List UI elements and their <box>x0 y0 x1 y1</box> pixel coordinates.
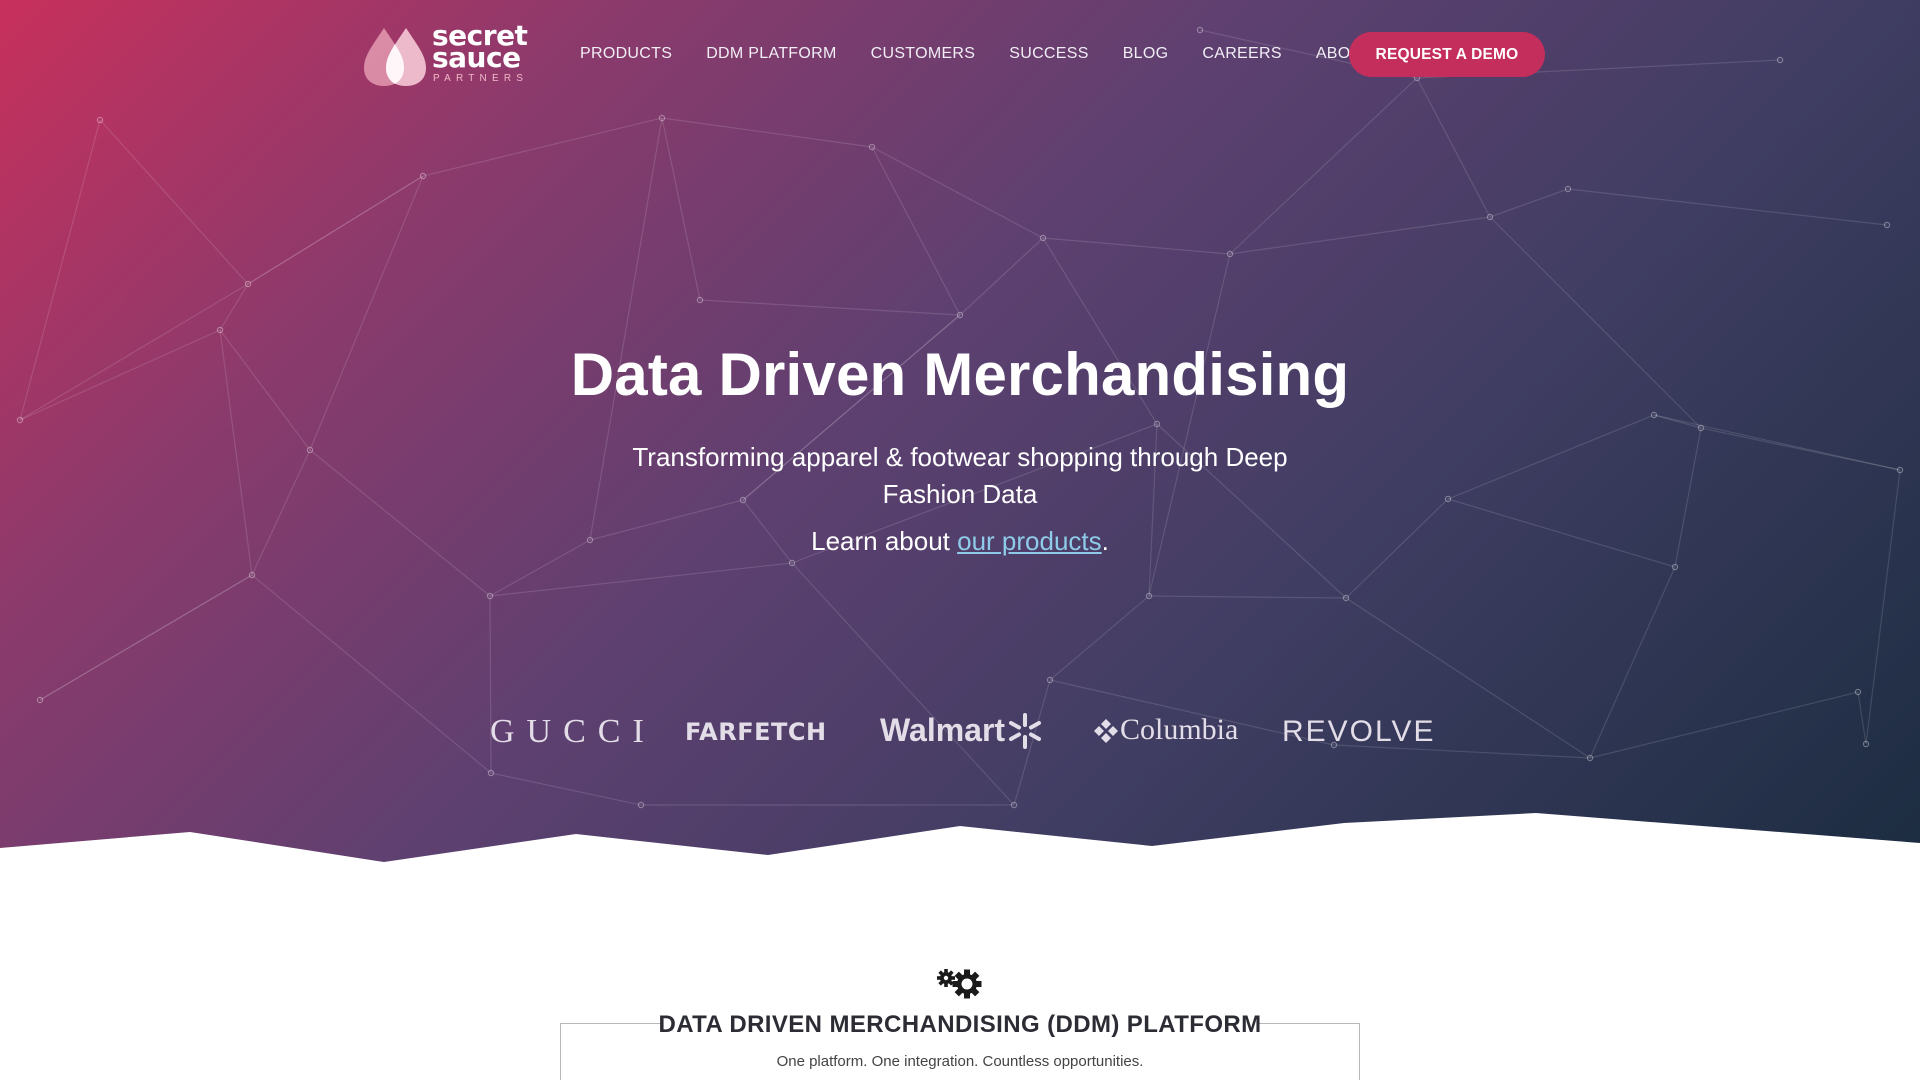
nav-ddm-platform[interactable]: DDM PLATFORM <box>706 44 836 64</box>
nav-blog[interactable]: BLOG <box>1123 44 1169 64</box>
logo-text-partners: PARTNERS <box>433 73 529 84</box>
nav-careers[interactable]: CAREERS <box>1202 44 1281 64</box>
gears-icon <box>937 969 982 999</box>
hero-subtitle: Transforming apparel & footwear shopping… <box>632 442 1288 509</box>
platform-title: DATA DRIVEN MERCHANDISING (DDM) PLATFORM <box>658 1011 1262 1038</box>
nav-products[interactable]: PRODUCTS <box>580 44 672 64</box>
secret-sauce-logo[interactable]: secret sauce PARTNERS <box>362 22 528 86</box>
platform-subtitle: One platform. One integration. Countless… <box>776 1053 1144 1070</box>
columbia-logo: Columbia <box>1120 713 1239 746</box>
revolve-logo: REVOLVE <box>1282 715 1436 748</box>
nav-success[interactable]: SUCCESS <box>1009 44 1088 64</box>
hero-title: Data Driven Merchandising <box>570 341 1350 408</box>
learn-suffix: . <box>1101 526 1109 556</box>
farfetch-logo: FARFETCH <box>685 718 827 746</box>
learn-prefix: Learn about <box>811 526 958 556</box>
walmart-spark-icon <box>1009 713 1041 749</box>
request-demo-button[interactable]: REQUEST A DEMO <box>1349 32 1545 77</box>
gucci-logo: GUCCI <box>490 713 656 750</box>
main-nav: PRODUCTS DDM PLATFORM CUSTOMERS SUCCESS … <box>580 44 1406 64</box>
our-products-link[interactable]: our products <box>957 526 1102 556</box>
walmart-logo: Walmart <box>880 712 1006 748</box>
columbia-diamond-icon <box>1094 719 1118 743</box>
hero-learn-line: Learn about our products. <box>0 526 1920 557</box>
nav-customers[interactable]: CUSTOMERS <box>871 44 976 64</box>
drops-logo-icon <box>364 28 426 86</box>
logo-text-sauce: sauce <box>432 41 521 74</box>
